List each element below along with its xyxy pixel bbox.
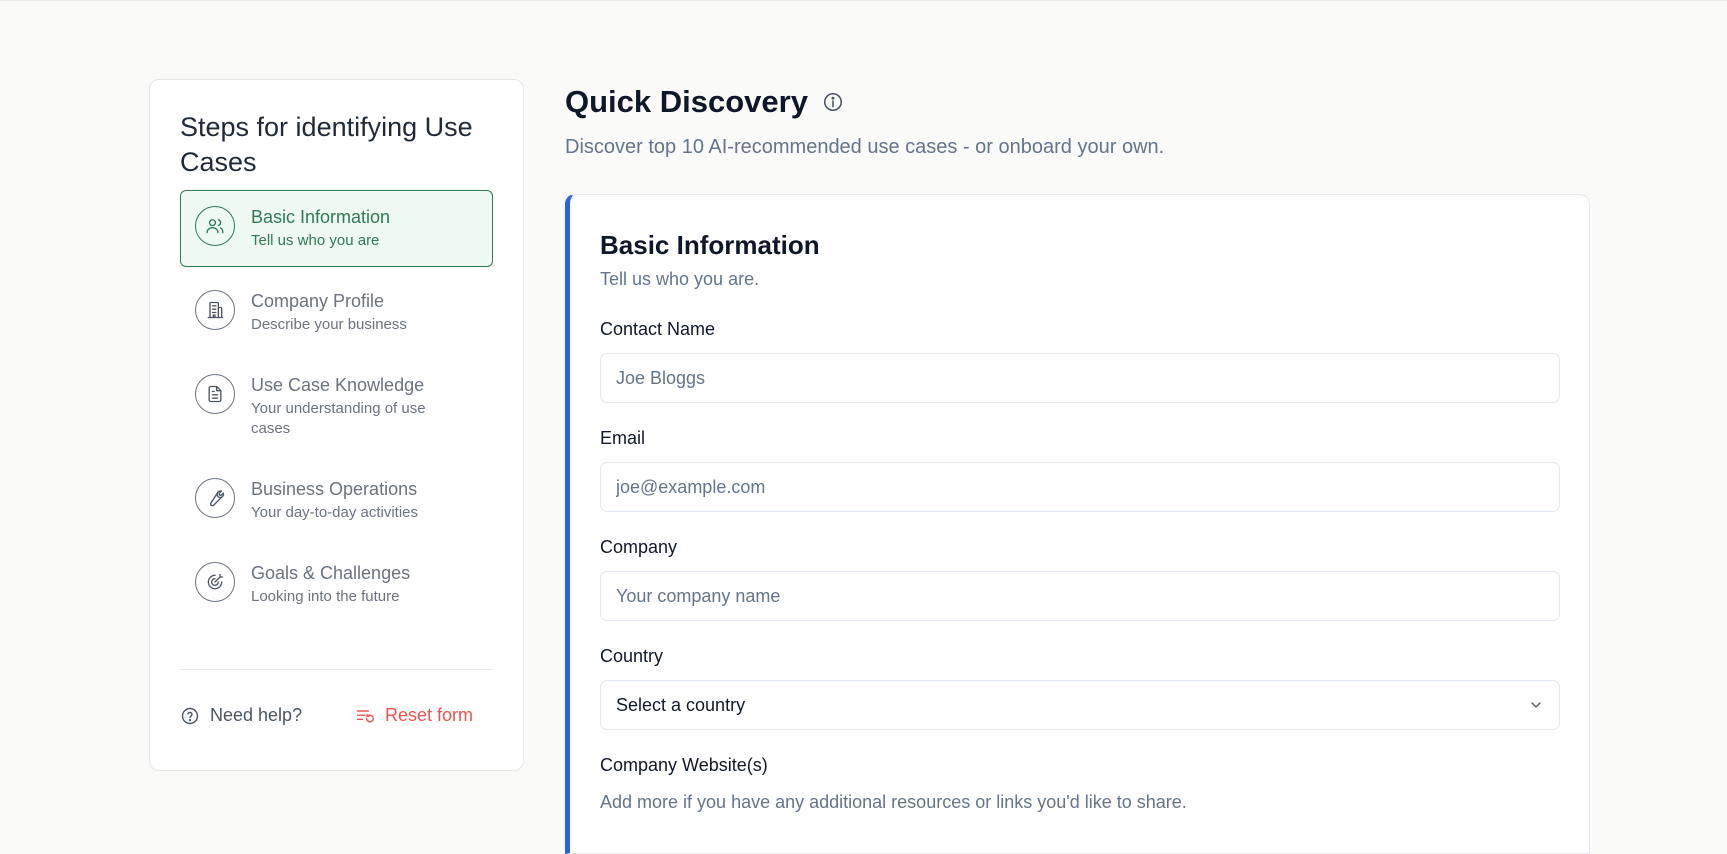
need-help-link[interactable]: Need help? [180,705,302,726]
users-icon [195,206,235,246]
info-icon[interactable] [822,91,844,113]
step-label: Goals & Challenges [251,563,411,583]
email-field: Email [600,427,1560,512]
sidebar-divider [180,669,493,670]
document-icon [195,374,235,414]
card-title: Basic Information [600,230,820,260]
reset-form-button[interactable]: Reset form [355,705,473,726]
steps-sidebar: Steps for identifying Use Cases Basic In… [149,79,524,771]
contact-name-label: Contact Name [600,319,716,339]
company-field: Company [600,536,1560,621]
step-basic-information[interactable]: Basic Information Tell us who you are [180,190,493,267]
country-field: Country Select a country [600,645,1560,730]
company-input[interactable] [600,571,1560,621]
company-website-field: Company Website(s) Add more if you have … [600,754,1559,813]
need-help-label: Need help? [210,705,303,725]
sidebar-title: Steps for identifying Use Cases [180,112,473,177]
step-label: Use Case Knowledge [251,375,425,395]
contact-name-input[interactable] [600,353,1560,403]
basic-information-card: Basic Information Tell us who you are. C… [565,194,1590,854]
page-title: Quick Discovery [565,84,844,120]
step-description: Your understanding of use cases [251,400,426,437]
company-website-help: Add more if you have any additional reso… [600,792,1187,812]
email-label: Email [600,428,646,448]
help-circle-icon [180,706,200,726]
target-icon [195,562,235,602]
country-label: Country [600,646,664,666]
step-description: Tell us who you are [251,232,380,249]
reset-form-label: Reset form [384,705,473,725]
step-description: Your day-to-day activities [251,504,419,521]
step-company-profile[interactable]: Company Profile Describe your business [180,274,493,351]
step-label: Business Operations [251,479,418,499]
page-subtitle: Discover top 10 AI-recommended use cases… [565,136,1165,158]
country-selected-value: Select a country [616,694,746,715]
chevron-down-icon [1528,697,1544,713]
step-use-case-knowledge[interactable]: Use Case Knowledge Your understanding of… [180,358,493,455]
card-subtitle: Tell us who you are. [600,269,760,289]
reset-list-icon [355,706,375,726]
email-input[interactable] [600,462,1560,512]
contact-name-field: Contact Name [600,318,1560,403]
step-business-operations[interactable]: Business Operations Your day-to-day acti… [180,462,493,539]
step-label: Basic Information [251,207,391,227]
step-description: Looking into the future [251,588,400,605]
page-title-text: Quick Discovery [565,84,808,119]
step-label: Company Profile [251,291,385,311]
step-goals-challenges[interactable]: Goals & Challenges Looking into the futu… [180,546,493,623]
building-icon [195,290,235,330]
step-description: Describe your business [251,316,407,333]
country-select[interactable]: Select a country [600,680,1560,730]
company-website-label: Company Website(s) [600,755,768,775]
company-label: Company [600,537,678,557]
wrench-icon [195,478,235,518]
top-border [0,0,1727,1]
